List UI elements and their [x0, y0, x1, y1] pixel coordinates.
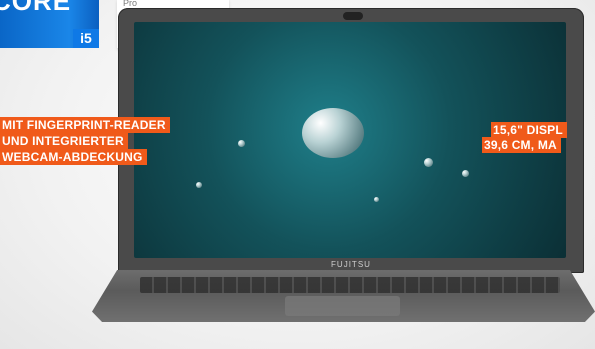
callout-fingerprint-line-3: WEBCAM-ABDECKUNG: [0, 149, 147, 165]
callout-display-line-2: 39,6 CM, MA: [482, 137, 561, 153]
water-droplet-image: [424, 158, 433, 167]
callout-fingerprint-line-1: MIT FINGERPRINT-READER: [0, 117, 170, 133]
water-droplet-image: [196, 182, 202, 188]
brand-logo: FUJITSU: [331, 260, 371, 269]
water-droplet-image: [374, 197, 379, 202]
webcam-icon: [343, 12, 363, 20]
cpu-brand-text: CORE: [0, 0, 72, 16]
touchpad: [285, 296, 400, 316]
keyboard: [140, 277, 560, 293]
callout-display-line-1: 15,6" DISPL: [491, 122, 567, 138]
water-droplet-image: [238, 140, 245, 147]
callout-fingerprint-line-2: UND INTEGRIERTER: [0, 133, 128, 149]
cpu-badge: CORE i5: [0, 0, 99, 48]
water-droplet-image: [302, 108, 364, 158]
cpu-tier: i5: [73, 29, 99, 48]
os-subtitle: Pro: [123, 0, 138, 8]
water-droplet-image: [462, 170, 469, 177]
